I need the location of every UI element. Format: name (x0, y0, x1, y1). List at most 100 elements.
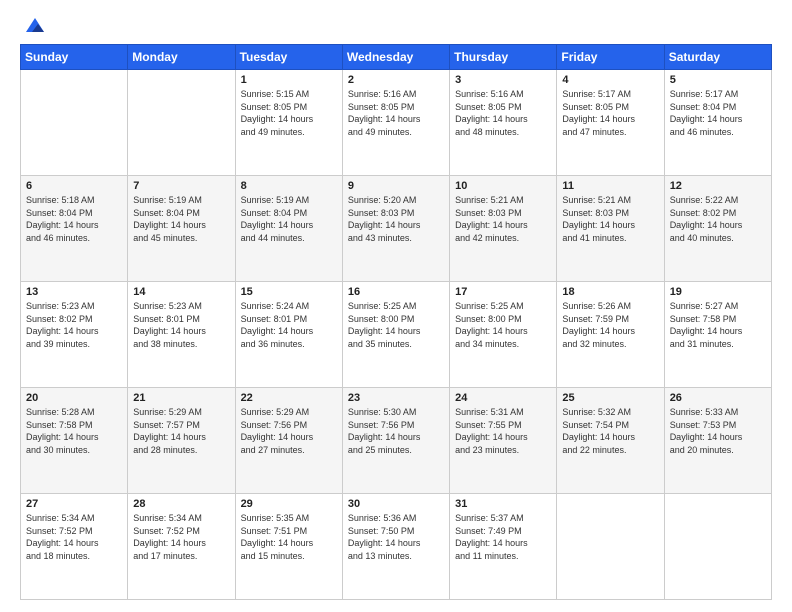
header-cell-monday: Monday (128, 45, 235, 70)
calendar-cell: 24 Sunrise: 5:31 AM Sunset: 7:55 PM Dayli… (450, 388, 557, 494)
day-info: Sunrise: 5:15 AM Sunset: 8:05 PM Dayligh… (241, 88, 337, 138)
calendar-cell: 22Sunrise: 5:29 AM Sunset: 7:56 PM Dayli… (235, 388, 342, 494)
day-number: 19 (670, 286, 766, 298)
day-number: 14 (133, 286, 229, 298)
day-number: 31 (455, 498, 551, 510)
header-cell-wednesday: Wednesday (342, 45, 449, 70)
day-number: 27 (26, 498, 122, 510)
day-number: 2 (348, 74, 444, 86)
day-number: 3 (455, 74, 551, 86)
calendar-cell: 15Sunrise: 5:24 AM Sunset: 8:01 PM Dayli… (235, 282, 342, 388)
day-info: Sunrise: 5:22 AM Sunset: 8:02 PM Dayligh… (670, 194, 766, 244)
calendar-week-row: 1 Sunrise: 5:15 AM Sunset: 8:05 PM Daylig… (21, 70, 772, 176)
day-info: Sunrise: 5:21 AM Sunset: 8:03 PM Dayligh… (562, 194, 658, 244)
calendar-week-row: 13 Sunrise: 5:23 AM Sunset: 8:02 PM Dayli… (21, 282, 772, 388)
calendar-cell: 4 Sunrise: 5:17 AM Sunset: 8:05 PM Daylig… (557, 70, 664, 176)
day-info: Sunrise: 5:25 AM Sunset: 8:00 PM Dayligh… (348, 300, 444, 350)
day-info: Sunrise: 5:16 AM Sunset: 8:05 PM Dayligh… (348, 88, 444, 138)
day-info: Sunrise: 5:28 AM Sunset: 7:58 PM Dayligh… (26, 406, 122, 456)
day-number: 8 (241, 180, 337, 192)
header-cell-tuesday: Tuesday (235, 45, 342, 70)
day-info: Sunrise: 5:36 AM Sunset: 7:50 PM Dayligh… (348, 512, 444, 562)
calendar-cell: 21 Sunrise: 5:29 AM Sunset: 7:57 PM Dayli… (128, 388, 235, 494)
day-info: Sunrise: 5:20 AM Sunset: 8:03 PM Dayligh… (348, 194, 444, 244)
calendar-cell: 30 Sunrise: 5:36 AM Sunset: 7:50 PM Dayli… (342, 494, 449, 600)
day-number: 25 (562, 392, 658, 404)
day-number: 20 (26, 392, 122, 404)
calendar-cell: 13 Sunrise: 5:23 AM Sunset: 8:02 PM Dayli… (21, 282, 128, 388)
day-info: Sunrise: 5:31 AM Sunset: 7:55 PM Dayligh… (455, 406, 551, 456)
calendar-cell: 19 Sunrise: 5:27 AM Sunset: 7:58 PM Dayli… (664, 282, 771, 388)
calendar-cell: 18 Sunrise: 5:26 AM Sunset: 7:59 PM Dayli… (557, 282, 664, 388)
day-number: 26 (670, 392, 766, 404)
calendar-header-row: SundayMondayTuesdayWednesdayThursdayFrid… (21, 45, 772, 70)
day-info: Sunrise: 5:19 AM Sunset: 8:04 PM Dayligh… (133, 194, 229, 244)
day-number: 10 (455, 180, 551, 192)
calendar-cell: 2 Sunrise: 5:16 AM Sunset: 8:05 PM Daylig… (342, 70, 449, 176)
day-info: Sunrise: 5:30 AM Sunset: 7:56 PM Dayligh… (348, 406, 444, 456)
calendar-cell: 1 Sunrise: 5:15 AM Sunset: 8:05 PM Daylig… (235, 70, 342, 176)
calendar-cell: 28 Sunrise: 5:34 AM Sunset: 7:52 PM Dayli… (128, 494, 235, 600)
logo (20, 16, 46, 34)
day-number: 17 (455, 286, 551, 298)
calendar-cell: 7 Sunrise: 5:19 AM Sunset: 8:04 PM Daylig… (128, 176, 235, 282)
day-number: 15 (241, 286, 337, 298)
day-info: Sunrise: 5:37 AM Sunset: 7:49 PM Dayligh… (455, 512, 551, 562)
day-number: 11 (562, 180, 658, 192)
calendar-cell: 26 Sunrise: 5:33 AM Sunset: 7:53 PM Dayli… (664, 388, 771, 494)
day-info: Sunrise: 5:23 AM Sunset: 8:01 PM Dayligh… (133, 300, 229, 350)
calendar-cell: 5Sunrise: 5:17 AM Sunset: 8:04 PM Daylig… (664, 70, 771, 176)
day-info: Sunrise: 5:26 AM Sunset: 7:59 PM Dayligh… (562, 300, 658, 350)
header-cell-thursday: Thursday (450, 45, 557, 70)
calendar-cell: 14 Sunrise: 5:23 AM Sunset: 8:01 PM Dayli… (128, 282, 235, 388)
day-info: Sunrise: 5:34 AM Sunset: 7:52 PM Dayligh… (26, 512, 122, 562)
day-info: Sunrise: 5:29 AM Sunset: 7:56 PM Dayligh… (241, 406, 337, 456)
calendar-cell: 25 Sunrise: 5:32 AM Sunset: 7:54 PM Dayli… (557, 388, 664, 494)
calendar-cell: 31 Sunrise: 5:37 AM Sunset: 7:49 PM Dayli… (450, 494, 557, 600)
day-number: 4 (562, 74, 658, 86)
day-info: Sunrise: 5:17 AM Sunset: 8:05 PM Dayligh… (562, 88, 658, 138)
day-info: Sunrise: 5:25 AM Sunset: 8:00 PM Dayligh… (455, 300, 551, 350)
calendar-cell: 9Sunrise: 5:20 AM Sunset: 8:03 PM Daylig… (342, 176, 449, 282)
day-number: 16 (348, 286, 444, 298)
calendar-cell: 29Sunrise: 5:35 AM Sunset: 7:51 PM Dayli… (235, 494, 342, 600)
calendar-cell: 16 Sunrise: 5:25 AM Sunset: 8:00 PM Dayli… (342, 282, 449, 388)
day-number: 21 (133, 392, 229, 404)
day-info: Sunrise: 5:32 AM Sunset: 7:54 PM Dayligh… (562, 406, 658, 456)
header-cell-sunday: Sunday (21, 45, 128, 70)
header (20, 16, 772, 34)
day-number: 23 (348, 392, 444, 404)
day-number: 12 (670, 180, 766, 192)
day-info: Sunrise: 5:34 AM Sunset: 7:52 PM Dayligh… (133, 512, 229, 562)
calendar-week-row: 20 Sunrise: 5:28 AM Sunset: 7:58 PM Dayli… (21, 388, 772, 494)
calendar-cell (128, 70, 235, 176)
day-number: 24 (455, 392, 551, 404)
day-number: 1 (241, 74, 337, 86)
calendar-cell: 6Sunrise: 5:18 AM Sunset: 8:04 PM Daylig… (21, 176, 128, 282)
day-info: Sunrise: 5:16 AM Sunset: 8:05 PM Dayligh… (455, 88, 551, 138)
day-number: 13 (26, 286, 122, 298)
calendar-cell: 17 Sunrise: 5:25 AM Sunset: 8:00 PM Dayli… (450, 282, 557, 388)
day-info: Sunrise: 5:29 AM Sunset: 7:57 PM Dayligh… (133, 406, 229, 456)
day-info: Sunrise: 5:21 AM Sunset: 8:03 PM Dayligh… (455, 194, 551, 244)
header-cell-friday: Friday (557, 45, 664, 70)
calendar-cell: 11 Sunrise: 5:21 AM Sunset: 8:03 PM Dayli… (557, 176, 664, 282)
calendar-cell: 27 Sunrise: 5:34 AM Sunset: 7:52 PM Dayli… (21, 494, 128, 600)
logo-icon (24, 16, 46, 34)
calendar-week-row: 27 Sunrise: 5:34 AM Sunset: 7:52 PM Dayli… (21, 494, 772, 600)
day-number: 30 (348, 498, 444, 510)
calendar-week-row: 6Sunrise: 5:18 AM Sunset: 8:04 PM Daylig… (21, 176, 772, 282)
day-number: 28 (133, 498, 229, 510)
day-info: Sunrise: 5:18 AM Sunset: 8:04 PM Dayligh… (26, 194, 122, 244)
calendar-cell: 3 Sunrise: 5:16 AM Sunset: 8:05 PM Daylig… (450, 70, 557, 176)
calendar-table: SundayMondayTuesdayWednesdayThursdayFrid… (20, 44, 772, 600)
calendar-cell (21, 70, 128, 176)
calendar-cell: 8Sunrise: 5:19 AM Sunset: 8:04 PM Daylig… (235, 176, 342, 282)
day-number: 29 (241, 498, 337, 510)
day-info: Sunrise: 5:23 AM Sunset: 8:02 PM Dayligh… (26, 300, 122, 350)
day-number: 7 (133, 180, 229, 192)
day-info: Sunrise: 5:33 AM Sunset: 7:53 PM Dayligh… (670, 406, 766, 456)
day-info: Sunrise: 5:27 AM Sunset: 7:58 PM Dayligh… (670, 300, 766, 350)
day-number: 18 (562, 286, 658, 298)
day-info: Sunrise: 5:17 AM Sunset: 8:04 PM Dayligh… (670, 88, 766, 138)
